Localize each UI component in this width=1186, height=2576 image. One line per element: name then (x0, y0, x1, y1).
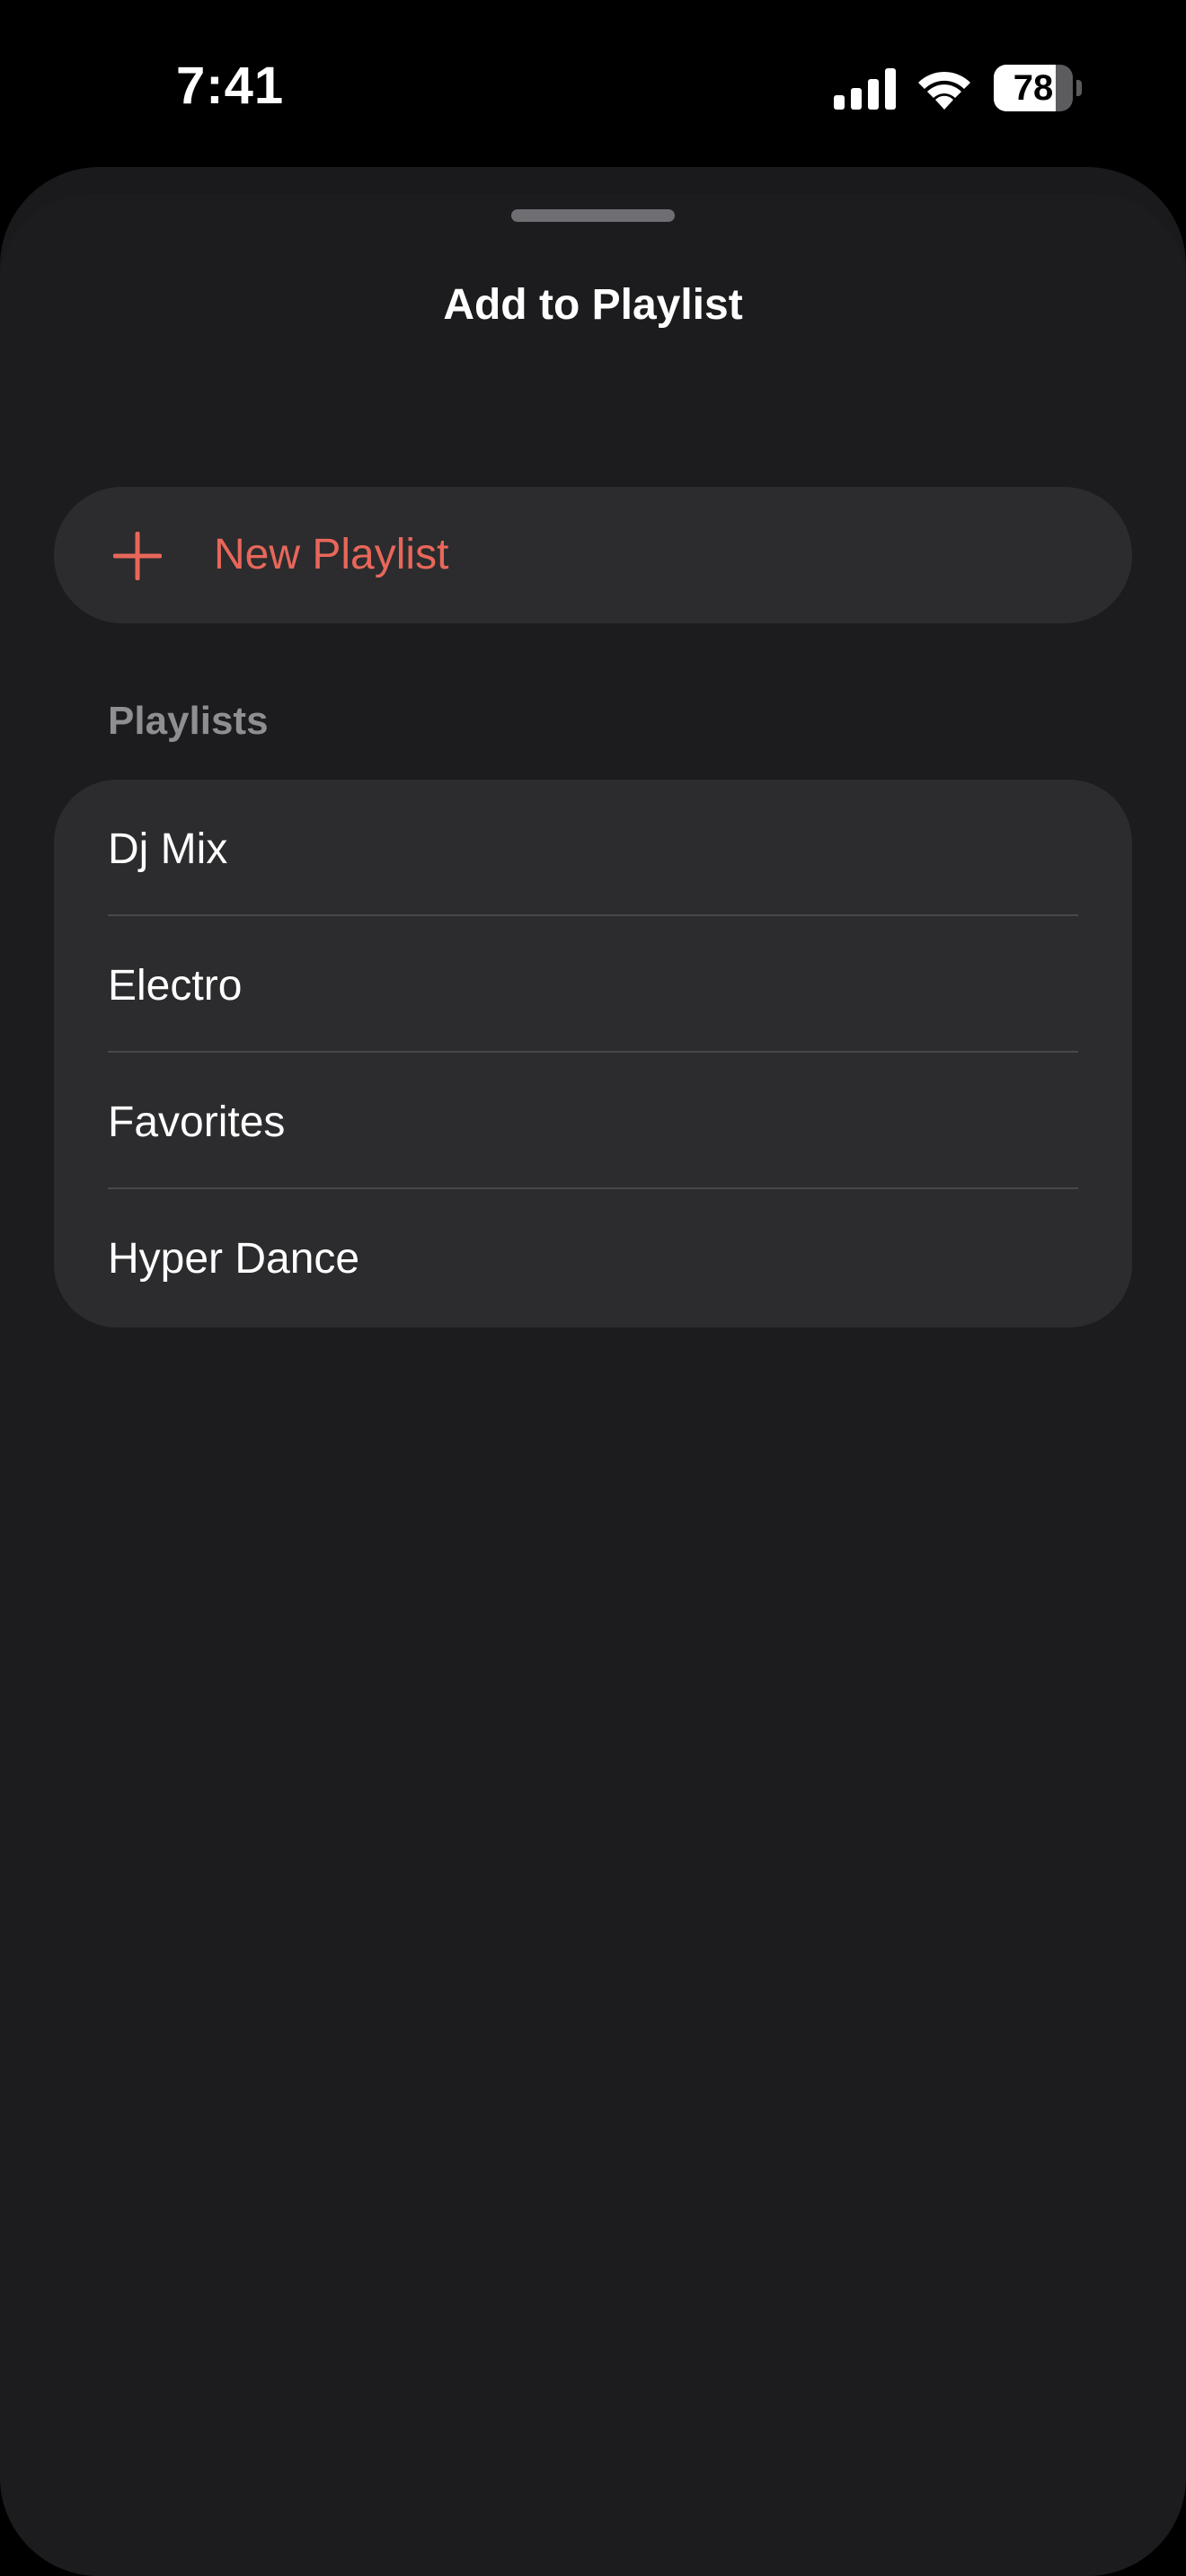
plus-icon (113, 532, 162, 580)
playlist-item-label: Dj Mix (108, 825, 228, 873)
playlist-item-electro[interactable]: Electro (54, 916, 1132, 1053)
sheet-grabber[interactable] (511, 209, 675, 222)
playlist-item-dj-mix[interactable]: Dj Mix (54, 780, 1132, 916)
playlist-item-label: Favorites (108, 1098, 286, 1146)
cellular-signal-icon (834, 68, 896, 110)
status-time: 7:41 (176, 57, 285, 115)
playlists-list: Dj Mix Electro Favorites Hyper Dance (54, 780, 1132, 1328)
sheet-title: Add to Playlist (443, 281, 743, 329)
wifi-icon (918, 71, 970, 110)
battery-icon: 78 (994, 65, 1082, 111)
battery-level: 78 (1013, 68, 1054, 108)
playlists-section-header: Playlists (108, 699, 269, 743)
playlist-item-label: Hyper Dance (108, 1235, 360, 1283)
playlist-item-label: Electro (108, 962, 243, 1010)
playlist-item-hyper-dance[interactable]: Hyper Dance (54, 1189, 1132, 1326)
new-playlist-button[interactable]: New Playlist (54, 487, 1132, 623)
status-bar: 7:41 78 (0, 0, 1186, 171)
playlist-item-favorites[interactable]: Favorites (54, 1053, 1132, 1189)
new-playlist-label: New Playlist (214, 531, 449, 578)
add-to-playlist-sheet: Add to Playlist New Playlist Playlists D… (0, 194, 1186, 2576)
